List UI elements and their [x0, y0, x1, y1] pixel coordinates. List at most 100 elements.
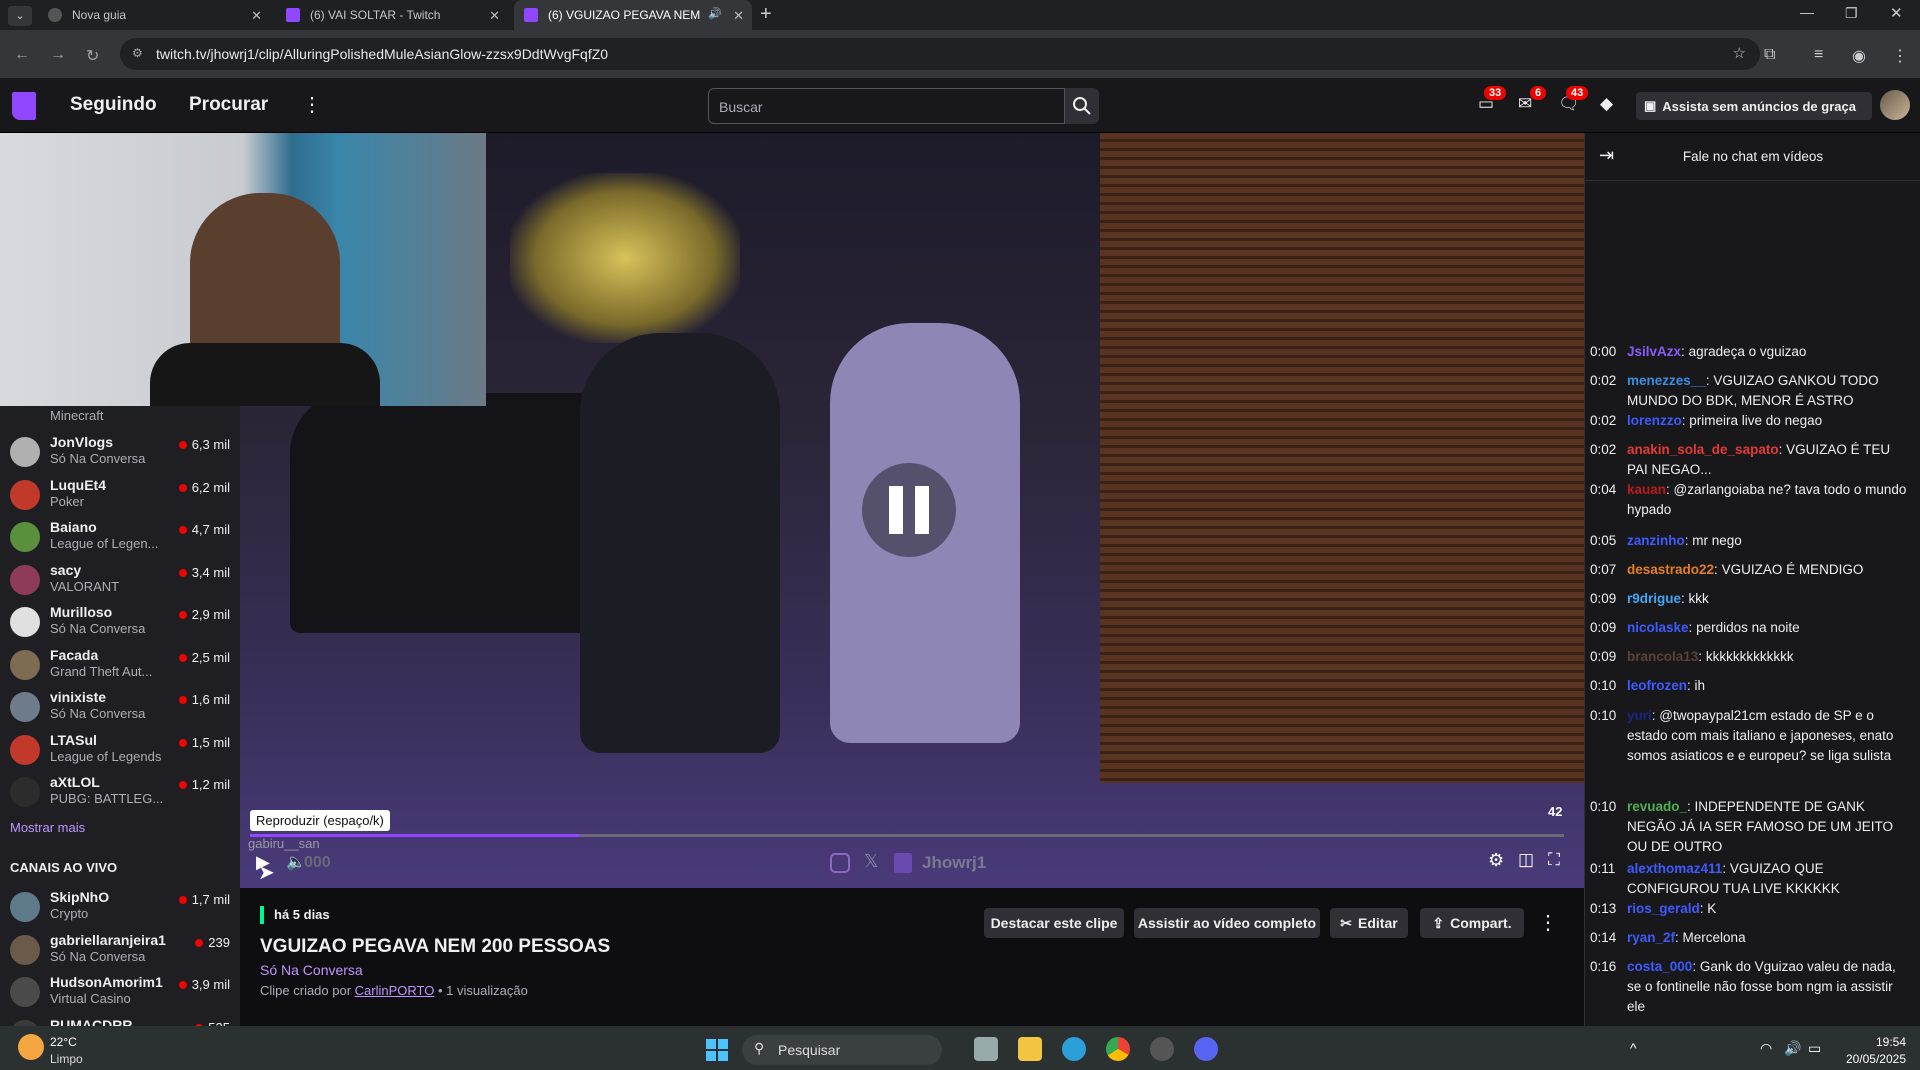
progress-bar[interactable]: [250, 834, 1564, 837]
show-more-link[interactable]: Mostrar mais: [10, 820, 85, 835]
chat-username[interactable]: revuado_: [1627, 799, 1687, 814]
chat-username[interactable]: lorenzzo: [1627, 413, 1682, 428]
sidebar-channel-facada[interactable]: Facada Grand Theft Aut... 2,5 mil: [0, 643, 240, 685]
twitch-logo[interactable]: [12, 92, 36, 120]
chat-username[interactable]: zanzinho: [1627, 533, 1685, 548]
chat-username[interactable]: nicolaske: [1627, 620, 1689, 635]
chat-message: 0:14 ryan_2f: Mercelona: [1590, 928, 1910, 948]
close-icon[interactable]: ✕: [489, 8, 500, 24]
minimize-button[interactable]: —: [1800, 4, 1814, 20]
creator-link[interactable]: CarlinPORTO: [355, 983, 435, 998]
sidebar-channel-skipnho[interactable]: SkipNhO Crypto 1,7 mil: [0, 885, 240, 927]
media-control-icon[interactable]: ≡: [1814, 46, 1823, 64]
tray-wifi-icon[interactable]: ◠: [1760, 1040, 1772, 1057]
maximize-button[interactable]: ❐: [1845, 5, 1858, 22]
profile-icon[interactable]: ◉: [1852, 46, 1866, 66]
chat-username[interactable]: JsilvAzx: [1627, 344, 1681, 359]
browser-tab-1[interactable]: Nova guia ✕: [38, 0, 270, 30]
edit-button[interactable]: ✂ Editar: [1330, 908, 1408, 938]
user-avatar[interactable]: [1880, 90, 1910, 120]
task-view-icon[interactable]: [974, 1037, 998, 1061]
browser-tab-3[interactable]: (6) VGUIZAO PEGAVA NEM 🔊 ✕: [514, 0, 752, 30]
clip-category-link[interactable]: Só Na Conversa: [260, 962, 363, 978]
back-icon[interactable]: ←: [14, 46, 30, 64]
chat-username[interactable]: anakin_sola_de_sapato: [1627, 442, 1779, 457]
tray-volume-icon[interactable]: 🔊: [1784, 1040, 1801, 1057]
sidebar-channel-baiano[interactable]: Baiano League of Legen... 4,7 mil: [0, 515, 240, 557]
app-icon[interactable]: [1150, 1037, 1174, 1061]
sidebar-channel-vinixiste[interactable]: vinixiste Só Na Conversa 1,6 mil: [0, 685, 240, 727]
tray-chevron-icon[interactable]: ^: [1630, 1040, 1637, 1056]
close-window-button[interactable]: ✕: [1890, 4, 1903, 22]
site-info-icon[interactable]: ⚙: [132, 46, 143, 60]
menu-kebab-icon[interactable]: ⋮: [1892, 46, 1908, 66]
clock-time[interactable]: 19:54: [1850, 1035, 1906, 1049]
highlight-clip-button[interactable]: Destacar este clipe: [984, 908, 1124, 938]
chat-message-body: yuri: @twopaypal21cm estado de SP e o es…: [1627, 706, 1910, 766]
volume-icon[interactable]: 🔈: [286, 852, 306, 872]
sidebar-channel-hudsonamorim1[interactable]: HudsonAmorim1 Virtual Casino 3,9 mil: [0, 970, 240, 1012]
twitch-watermark-icon: [894, 853, 912, 873]
clock-date[interactable]: 20/05/2025: [1838, 1052, 1906, 1066]
close-icon[interactable]: ✕: [733, 8, 744, 24]
edge-icon[interactable]: [1062, 1037, 1086, 1061]
sidebar-channel-gabriellaranjeira1[interactable]: gabriellaranjeira1 Só Na Conversa 239: [0, 928, 240, 970]
start-button[interactable]: [706, 1039, 728, 1061]
more-options-icon[interactable]: ⋮: [1538, 910, 1558, 935]
nav-following[interactable]: Seguindo: [70, 94, 157, 116]
sidebar-channel-ltasul[interactable]: LTASul League of Legends 1,5 mil: [0, 728, 240, 770]
search-button[interactable]: [1065, 88, 1099, 124]
chat-username[interactable]: menezzes__: [1627, 373, 1706, 388]
share-button[interactable]: ⇪ Compart.: [1420, 908, 1524, 938]
avatar: [10, 692, 40, 722]
settings-icon[interactable]: ⚙: [1488, 850, 1504, 871]
sidebar-channel-murilloso[interactable]: Murilloso Só Na Conversa 2,9 mil: [0, 600, 240, 642]
fullscreen-icon[interactable]: ⛶: [1548, 850, 1560, 870]
speaker-icon[interactable]: 🔊: [708, 7, 722, 20]
chrome-icon[interactable]: [1106, 1037, 1130, 1061]
reload-icon[interactable]: ↻: [86, 46, 99, 66]
chat-username[interactable]: alexthomaz411: [1627, 861, 1722, 876]
discord-icon[interactable]: [1194, 1037, 1218, 1061]
sidebar-channel-luquet4[interactable]: LuquEt4 Poker 6,2 mil: [0, 473, 240, 515]
sidebar-channel-sacy[interactable]: sacy VALORANT 3,4 mil: [0, 558, 240, 600]
viewer-count-value: 6,3 mil: [191, 437, 230, 452]
theatre-mode-icon[interactable]: ◫: [1518, 850, 1534, 870]
chat-separator: :: [1698, 649, 1706, 664]
chat-username[interactable]: ryan_2f: [1627, 930, 1675, 945]
chat-message-body: lorenzzo: primeira live do negao: [1627, 411, 1910, 431]
tray-battery-icon[interactable]: ▭: [1808, 1040, 1821, 1057]
chat-username[interactable]: costa_000: [1627, 959, 1692, 974]
close-icon[interactable]: ✕: [251, 8, 262, 24]
channel-partial-game: Minecraft: [50, 408, 104, 423]
extensions-icon[interactable]: ⧉: [1764, 46, 1775, 64]
sidebar-channel-axtlol[interactable]: aXtLOL PUBG: BATTLEG... 1,2 mil: [0, 770, 240, 812]
file-explorer-icon[interactable]: [1018, 1037, 1042, 1061]
taskbar-search[interactable]: ⚲ Pesquisar: [742, 1035, 942, 1065]
bits-icon[interactable]: ◆: [1600, 94, 1622, 114]
more-kebab-icon[interactable]: ⋮: [302, 92, 322, 117]
chat-username[interactable]: leofrozen: [1627, 678, 1687, 693]
address-bar[interactable]: ⚙ twitch.tv/jhowrj1/clip/AlluringPolishe…: [120, 38, 1760, 70]
search-input[interactable]: Buscar: [708, 88, 1065, 124]
pause-overlay[interactable]: [862, 463, 956, 557]
nav-browse[interactable]: Procurar: [189, 94, 268, 116]
chat-username[interactable]: rios_gerald: [1627, 901, 1700, 916]
chat-message: 0:16 costa_000: Gank do Vguizao valeu de …: [1590, 957, 1910, 1017]
chat-username[interactable]: yuri: [1627, 708, 1652, 723]
chat-username[interactable]: kauan: [1627, 482, 1666, 497]
bookmark-star-icon[interactable]: ☆: [1733, 44, 1746, 62]
storefront-lights: [510, 173, 740, 343]
chat-username[interactable]: r9drigue: [1627, 591, 1681, 606]
watch-full-video-button[interactable]: Assistir ao vídeo completo: [1134, 908, 1320, 938]
forward-icon[interactable]: →: [50, 46, 66, 64]
chat-username[interactable]: brancola13: [1627, 649, 1698, 664]
new-tab-button[interactable]: +: [760, 3, 772, 26]
browser-tab-2[interactable]: (6) VAI SOLTAR - Twitch ✕: [276, 0, 508, 30]
edit-label: Editar: [1358, 915, 1398, 931]
tab-search-dropdown[interactable]: ⌄: [8, 6, 32, 26]
sidebar-channel-jonvlogs[interactable]: JonVlogs Só Na Conversa 6,3 mil: [0, 430, 240, 472]
adfree-button[interactable]: ▣ Assista sem anúncios de graça: [1636, 92, 1872, 120]
chat-username[interactable]: desastrado22: [1627, 562, 1714, 577]
weather-icon[interactable]: [18, 1034, 44, 1060]
